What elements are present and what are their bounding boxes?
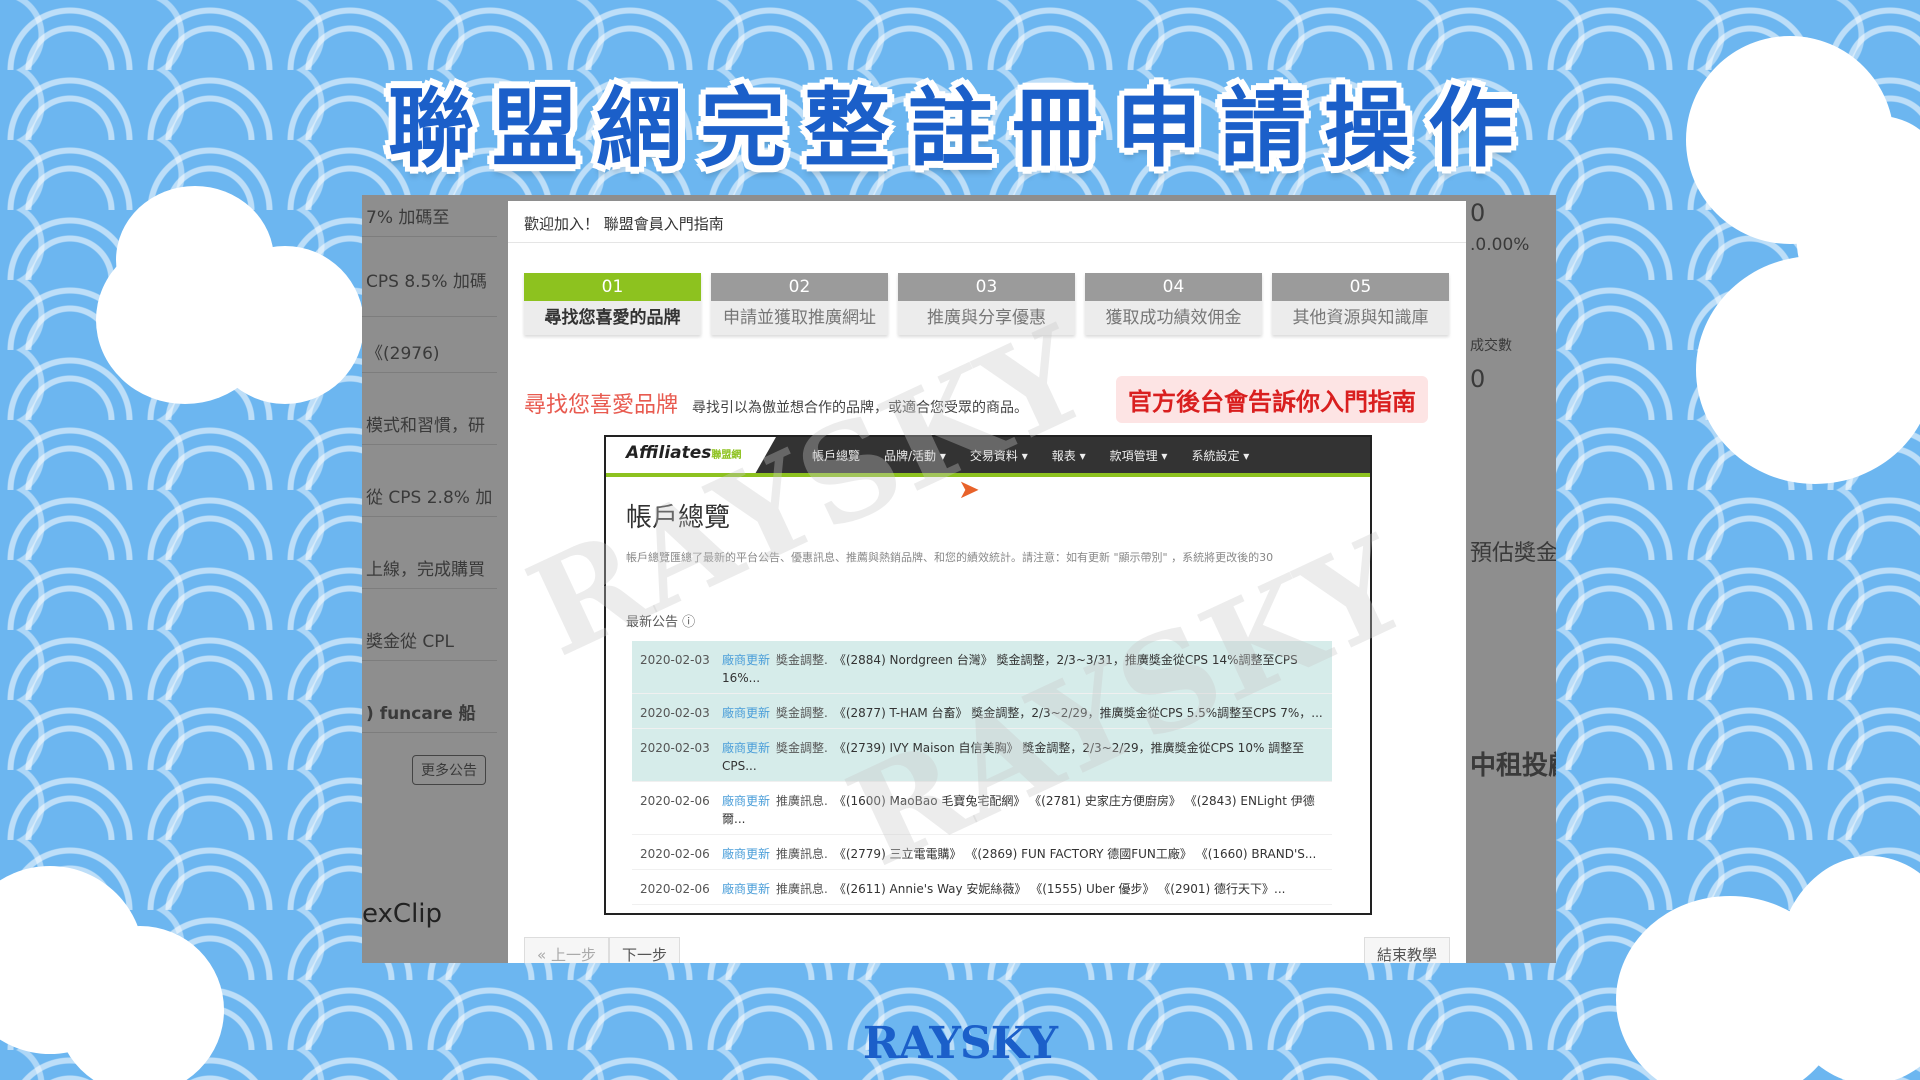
background-stat: 成交數 [1470, 338, 1512, 354]
brand-logo: RAYSKY [862, 1018, 1058, 1069]
step-label: 尋找您喜愛的品牌 [544, 308, 681, 328]
background-stat: 中租投顧 [1470, 751, 1556, 781]
intro-description: 尋找引以為傲並想合作的品牌，或適合您受眾的商品。 [692, 400, 1029, 416]
nav-item-transactions[interactable]: 交易資料 ▾ [970, 447, 1028, 464]
announcement-category: 推廣訊息. [776, 882, 828, 896]
announcement-date: 2020-02-06 [640, 882, 710, 896]
announcement-date: 2020-02-03 [640, 653, 710, 667]
background-stats: 0 .0.00% 成交數 0 預估獎金 中租投顧 [1470, 195, 1556, 963]
callout-label: 官方後台會告訴你入門指南 [1116, 376, 1428, 423]
announcement-category: 獎金調整. [776, 706, 828, 720]
step-tab-05[interactable]: 05 其他資源與知識庫 [1272, 273, 1449, 335]
background-announcement-list: 7% 加碼至 CPS 8.5% 加碼 《(2976) 模式和習慣，研 從 CPS… [362, 195, 507, 963]
announcement-text: 廠商更新 獎金調整. 《(2739) IVY Maison 自信美胸》 獎金調整，2… [722, 735, 1324, 775]
background-brand-fragment: exClip [362, 899, 443, 929]
prev-step-button[interactable]: « 上一步 [524, 937, 609, 963]
onboarding-guide-modal: 歡迎加入！ 聯盟會員入門指南 01 尋找您喜愛的品牌 02 申請並獲取推廣網址 … [508, 201, 1466, 963]
page-title: 聯盟網完整註冊申請操作 [388, 79, 1532, 179]
announcement-row[interactable]: 2020-02-03 廠商更新 獎金調整. 《(2877) T-HAM 台畜》 獎金調… [632, 694, 1332, 729]
step-number: 04 [1085, 273, 1262, 301]
inner-navbar: Affiliates聯盟網 帳戶總覽 品牌/活動 ▾ 交易資料 ▾ 報表 ▾ 款… [606, 437, 1370, 473]
background-stat: .0.00% [1470, 235, 1530, 255]
nav-item-brands[interactable]: 品牌/活動 ▾ [884, 447, 946, 464]
step-label: 獲取成功績效佣金 [1105, 308, 1242, 328]
announcement-row[interactable]: 2020-02-03 廠商更新 獎金調整. 《(2884) Nordgreen 台灣》… [632, 641, 1332, 694]
step-navigation: « 上一步 下一步 [524, 937, 680, 963]
nav-accent-line [606, 473, 1370, 477]
background-item: 獎金從 CPL [362, 619, 497, 661]
screenshot-frame: 7% 加碼至 CPS 8.5% 加碼 《(2976) 模式和習慣，研 從 CPS… [362, 195, 1556, 963]
announcement-tag[interactable]: 廠商更新 [722, 706, 770, 720]
announcement-date: 2020-02-06 [640, 794, 710, 808]
affiliates-logo: Affiliates聯盟網 [606, 437, 776, 473]
cloud-decoration [1700, 260, 1920, 480]
announcement-category: 推廣訊息. [776, 847, 828, 861]
announcement-text: 廠商更新 推廣訊息. 《(2779) 三立電電購》 《(2869) FUN FACT… [722, 841, 1316, 863]
end-tutorial-button[interactable]: 結束教學 [1363, 937, 1450, 963]
announcement-text: 廠商更新 獎金調整. 《(2884) Nordgreen 台灣》 獎金調整，2/3~… [722, 647, 1324, 687]
background-stat: 預估獎金 [1470, 541, 1556, 566]
step-label: 申請並獲取推廣網址 [723, 308, 876, 328]
background-stat: 0 [1470, 365, 1486, 393]
announcement-row[interactable]: 2020-02-03 廠商更新 獎金調整. 《(2739) IVY Maison 自信… [632, 729, 1332, 782]
background-item: 從 CPS 2.8% 加 [362, 475, 497, 517]
step-number: 03 [898, 273, 1075, 301]
nav-item-settings[interactable]: 系統設定 ▾ [1191, 447, 1249, 464]
background-item: ) funcare 船 [362, 691, 497, 733]
announcement-category: 獎金調整. [776, 741, 828, 755]
step-label: 其他資源與知識庫 [1292, 308, 1429, 328]
announcement-tag[interactable]: 廠商更新 [722, 741, 770, 755]
announcements-list: 2020-02-03 廠商更新 獎金調整. 《(2884) Nordgreen 台灣》… [632, 641, 1332, 905]
inner-page-description: 帳戶總覽匯總了最新的平台公告、優惠訊息、推薦與熱銷品牌、和您的績效統計。請注意：… [626, 551, 1274, 564]
announcement-tag[interactable]: 廠商更新 [722, 653, 770, 667]
announcement-text: 廠商更新 推廣訊息. 《(2611) Annie's Way 安妮絲薇》 《(155… [722, 876, 1285, 898]
announcement-category: 獎金調整. [776, 653, 828, 667]
announcement-date: 2020-02-06 [640, 847, 710, 861]
nav-item-payments[interactable]: 款項管理 ▾ [1110, 447, 1168, 464]
announcement-body: 《(2877) T-HAM 台畜》 獎金調整，2/3~2/29，推廣獎金從CPS… [833, 706, 1323, 720]
background-stat: 0 [1470, 199, 1486, 227]
next-step-button[interactable]: 下一步 [608, 937, 680, 963]
announcement-body: 《(2611) Annie's Way 安妮絲薇》 《(1555) Uber 優… [833, 882, 1286, 896]
step-number: 05 [1272, 273, 1449, 301]
inner-page-title: 帳戶總覽 [626, 503, 731, 533]
step-label: 推廣與分享優惠 [927, 308, 1046, 328]
step-tab-02[interactable]: 02 申請並獲取推廣網址 [711, 273, 888, 335]
more-announcements-button[interactable]: 更多公告 [412, 755, 486, 785]
announcement-text: 廠商更新 獎金調整. 《(2877) T-HAM 台畜》 獎金調整，2/3~2/29… [722, 700, 1323, 722]
intro-heading: 尋找您喜愛品牌 [524, 393, 679, 418]
background-item: 上線，完成購買 [362, 547, 497, 589]
step-tab-01[interactable]: 01 尋找您喜愛的品牌 [524, 273, 701, 335]
announcement-body: 《(2779) 三立電電購》 《(2869) FUN FACTORY 德國FUN… [833, 847, 1317, 861]
inner-nav-menu: 帳戶總覽 品牌/活動 ▾ 交易資料 ▾ 報表 ▾ 款項管理 ▾ 系統設定 ▾ [812, 447, 1249, 464]
background-item: 《(2976) [362, 331, 497, 373]
announcement-row[interactable]: 2020-02-06 廠商更新 推廣訊息. 《(1600) MaoBao 毛寶兔宅配網… [632, 782, 1332, 835]
modal-header: 歡迎加入！ 聯盟會員入門指南 [508, 201, 1466, 243]
announcement-tag[interactable]: 廠商更新 [722, 794, 770, 808]
announcement-date: 2020-02-03 [640, 741, 710, 755]
announcement-row[interactable]: 2020-02-06 廠商更新 推廣訊息. 《(2779) 三立電電購》 《(2869… [632, 835, 1332, 870]
announcement-text: 廠商更新 推廣訊息. 《(1600) MaoBao 毛寶兔宅配網》 《(2781) … [722, 788, 1324, 828]
mouse-cursor-icon: ➤ [958, 475, 980, 505]
announcement-tag[interactable]: 廠商更新 [722, 882, 770, 896]
step-number: 02 [711, 273, 888, 301]
nav-item-reports[interactable]: 報表 ▾ [1052, 447, 1086, 464]
step-tabs: 01 尋找您喜愛的品牌 02 申請並獲取推廣網址 03 推廣與分享優惠 04 獲… [524, 273, 1449, 335]
announcements-label: 最新公告 ⓘ [626, 615, 696, 630]
announcement-row[interactable]: 2020-02-06 廠商更新 推廣訊息. 《(2611) Annie's Way 安… [632, 870, 1332, 905]
background-item: 模式和習慣，研 [362, 403, 497, 445]
step-tab-03[interactable]: 03 推廣與分享優惠 [898, 273, 1075, 335]
step-intro: 尋找您喜愛品牌 尋找引以為傲並想合作的品牌，或適合您受眾的商品。 [524, 387, 1028, 419]
step-tab-04[interactable]: 04 獲取成功績效佣金 [1085, 273, 1262, 335]
inner-dashboard-screenshot: Affiliates聯盟網 帳戶總覽 品牌/活動 ▾ 交易資料 ▾ 報表 ▾ 款… [604, 435, 1372, 915]
cloud-decoration [210, 250, 360, 400]
background-item: CPS 8.5% 加碼 [362, 259, 497, 317]
nav-item-account-overview[interactable]: 帳戶總覽 [812, 447, 860, 464]
step-number: 01 [524, 273, 701, 301]
background-item: 7% 加碼至 [362, 195, 497, 237]
announcement-date: 2020-02-03 [640, 706, 710, 720]
announcement-tag[interactable]: 廠商更新 [722, 847, 770, 861]
announcement-category: 推廣訊息. [776, 794, 828, 808]
